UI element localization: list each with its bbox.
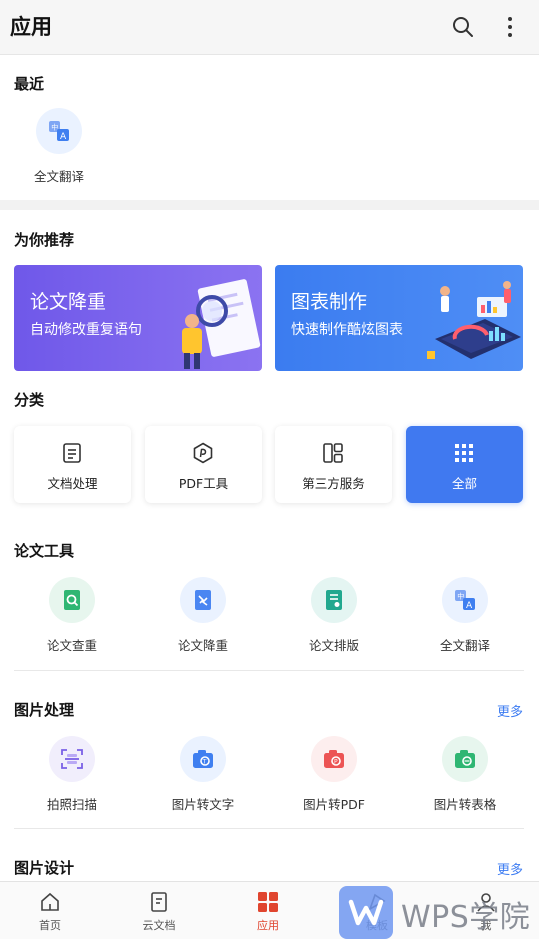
translate-icon: 中 A <box>455 590 475 611</box>
wps-logo-icon <box>339 886 393 939</box>
search-icon[interactable] <box>451 15 475 39</box>
section-separator <box>0 200 539 210</box>
banner-title: 图表制作 <box>291 291 368 313</box>
image-to-table-icon <box>455 750 475 768</box>
svg-text:中: 中 <box>457 592 464 601</box>
tool-label: 论文查重 <box>46 638 97 653</box>
thesis-check-icon <box>64 590 80 610</box>
category-pdf-tools[interactable]: PDF工具 <box>145 426 262 503</box>
document-icon <box>63 443 81 463</box>
category-label: 文档处理 <box>47 476 98 491</box>
section-title-image-design: 图片设计 <box>14 859 75 877</box>
tool-thesis-check[interactable] <box>49 577 95 623</box>
app-header: 应用 <box>0 0 539 55</box>
divider <box>14 670 524 671</box>
apps-icon <box>258 892 278 912</box>
banner-subtitle: 快速制作酷炫图表 <box>291 322 403 338</box>
tool-photo-scan[interactable] <box>49 736 95 782</box>
tool-label: 论文排版 <box>308 638 359 653</box>
category-all[interactable]: 全部 <box>406 426 523 503</box>
recent-item-translate[interactable]: 中 A <box>36 108 82 154</box>
section-title-thesis-tools: 论文工具 <box>14 542 75 560</box>
tool-full-translate[interactable]: 中 A <box>442 577 488 623</box>
tool-label: 全文翻译 <box>439 638 490 653</box>
nav-label: 应用 <box>257 919 279 932</box>
cloud-doc-icon <box>151 892 167 912</box>
nav-home[interactable]: 首页 <box>10 882 90 939</box>
thesis-reduce-icon <box>195 590 211 610</box>
image-to-text-icon: T <box>193 750 213 768</box>
tool-label: 图片转文字 <box>171 797 235 812</box>
thesis-illustration <box>182 279 261 369</box>
tool-image-to-table[interactable] <box>442 736 488 782</box>
banner-thesis-reduce[interactable]: 论文降重 自动修改重复语句 <box>14 265 262 371</box>
nav-label: 首页 <box>39 919 61 932</box>
svg-text:T: T <box>202 758 207 765</box>
wps-academy-watermark: WPS学院 <box>339 886 539 939</box>
banner-title: 论文降重 <box>30 291 107 313</box>
nav-cloud-docs[interactable]: 云文档 <box>119 882 199 939</box>
divider <box>14 828 524 829</box>
nav-label: 云文档 <box>142 919 176 932</box>
category-document-processing[interactable]: 文档处理 <box>14 426 131 503</box>
watermark-text: WPS学院 <box>401 900 531 935</box>
tool-thesis-format[interactable] <box>311 577 357 623</box>
more-vertical-icon[interactable] <box>500 15 520 39</box>
tool-image-to-pdf[interactable]: P <box>311 736 357 782</box>
tool-label: 图片转PDF <box>303 797 365 812</box>
pdf-icon <box>193 442 213 464</box>
page-title: 应用 <box>10 15 52 39</box>
all-dots-icon <box>455 444 473 462</box>
home-icon <box>41 892 59 911</box>
section-title-recommend: 为你推荐 <box>14 231 75 249</box>
section-title-recent: 最近 <box>14 75 45 93</box>
section-title-category: 分类 <box>14 391 45 409</box>
chart-illustration <box>427 281 521 359</box>
svg-text:A: A <box>466 601 473 611</box>
image-processing-more-link[interactable]: 更多 <box>497 701 523 720</box>
tool-label: 拍照扫描 <box>46 797 97 812</box>
category-label: 第三方服务 <box>302 476 365 491</box>
recent-item-label: 全文翻译 <box>33 169 84 184</box>
thesis-format-icon <box>326 590 342 610</box>
svg-text:中: 中 <box>51 123 58 132</box>
translate-icon: 中 A <box>49 121 69 142</box>
svg-text:P: P <box>334 758 338 765</box>
svg-text:A: A <box>60 132 67 142</box>
nav-apps[interactable]: 应用 <box>228 882 308 939</box>
tool-label: 论文降重 <box>177 638 228 653</box>
image-design-more-link[interactable]: 更多 <box>497 859 523 878</box>
category-label: 全部 <box>451 476 477 491</box>
category-third-party[interactable]: 第三方服务 <box>275 426 392 503</box>
tool-image-to-text[interactable]: T <box>180 736 226 782</box>
tool-label: 图片转表格 <box>433 797 497 812</box>
grid-apps-icon <box>323 443 343 463</box>
category-label: PDF工具 <box>178 476 229 491</box>
scan-icon <box>61 749 83 769</box>
section-title-image-processing: 图片处理 <box>14 701 75 719</box>
banner-chart-making[interactable]: 图表制作 快速制作酷炫图表 <box>275 265 523 371</box>
image-to-pdf-icon: P <box>324 750 344 768</box>
tool-thesis-reduce[interactable] <box>180 577 226 623</box>
banner-subtitle: 自动修改重复语句 <box>30 322 142 338</box>
